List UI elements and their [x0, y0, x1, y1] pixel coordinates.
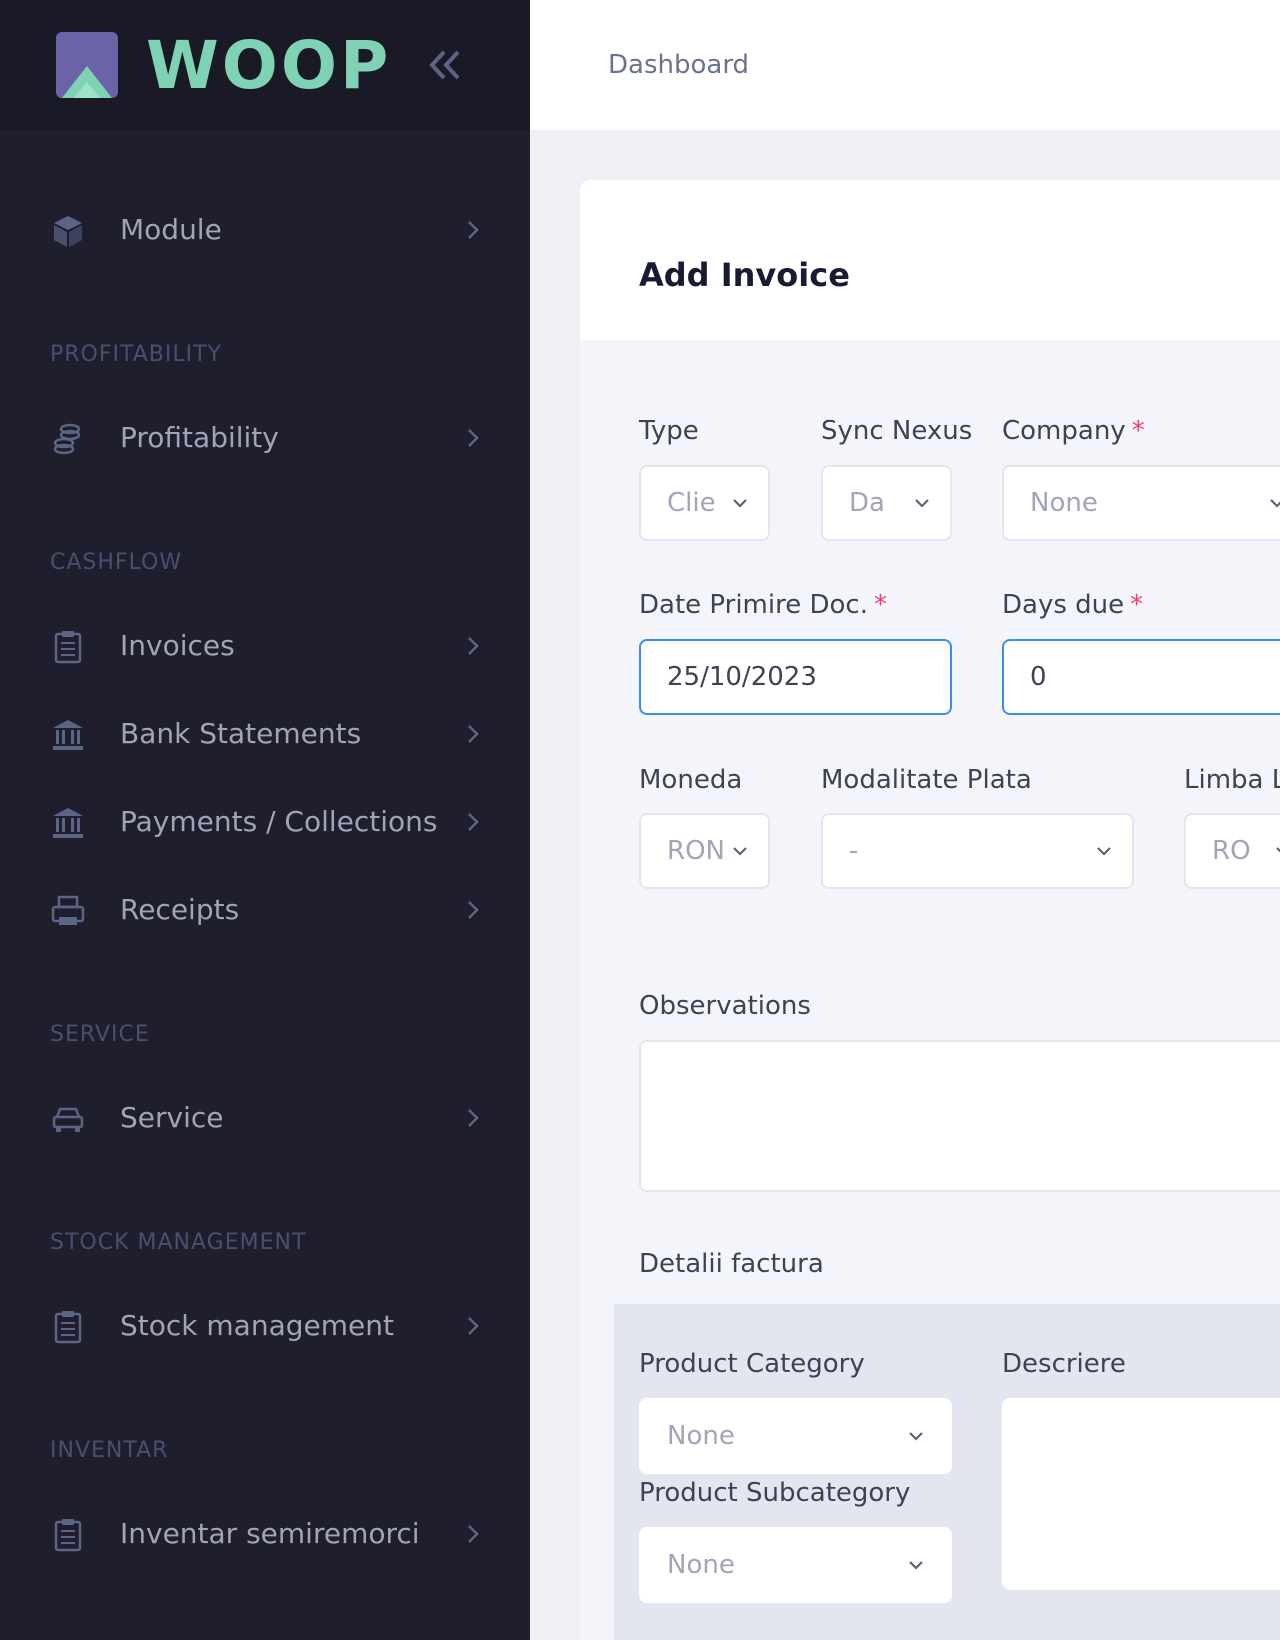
section-title-cashflow: CASHFLOW: [50, 550, 183, 575]
chevron-down-icon: [733, 499, 747, 508]
chevron-right-icon: [468, 1525, 479, 1543]
printer-icon: [51, 895, 85, 925]
type-select-value: Clie: [667, 488, 716, 518]
date-primire-label-text: Date Primire Doc.: [639, 590, 868, 620]
sync-nexus-label: Sync Nexus: [821, 416, 973, 446]
bank-icon: [53, 720, 83, 750]
sidebar-item-inventar-semiremorci[interactable]: Inventar semiremorci: [0, 1499, 530, 1569]
sync-nexus-select[interactable]: Da: [821, 465, 952, 541]
chevron-right-icon: [468, 1317, 479, 1335]
moneda-select-value: RON: [667, 836, 725, 866]
limba-select[interactable]: RO: [1184, 813, 1280, 889]
car-icon: [52, 1107, 84, 1132]
topbar: Dashboard: [530, 0, 1280, 130]
cube-icon: [54, 216, 82, 247]
clipboard-list-icon: [54, 1519, 82, 1552]
section-title-stock-management: STOCK MANAGEMENT: [50, 1230, 307, 1255]
page-title: Add Invoice: [639, 256, 850, 294]
bank-icon: [53, 808, 83, 838]
sidebar-item-label: Receipts: [120, 893, 240, 926]
days-due-label-text: Days due: [1002, 590, 1125, 620]
moneda-label: Moneda: [639, 765, 743, 795]
details-heading: Detalii factura: [639, 1249, 824, 1279]
sidebar-item-label: Bank Statements: [120, 717, 362, 750]
section-title-profitability: PROFITABILITY: [50, 342, 222, 367]
section-title-inventar: INVENTAR: [50, 1438, 169, 1463]
company-label: Company *: [1002, 414, 1145, 448]
product-subcategory-select[interactable]: None: [639, 1527, 952, 1603]
sidebar-item-label: Module: [120, 213, 222, 246]
sidebar-item-receipts[interactable]: Receipts: [0, 875, 530, 945]
sidebar-header: WOOP: [0, 0, 530, 130]
date-primire-value: 25/10/2023: [667, 662, 817, 692]
sidebar-item-label: Inventar semiremorci: [120, 1517, 420, 1550]
sidebar-item-stock-management[interactable]: Stock management: [0, 1291, 530, 1361]
moneda-select[interactable]: RON: [639, 813, 770, 889]
required-marker: *: [873, 590, 887, 620]
date-primire-label: Date Primire Doc. *: [639, 588, 887, 622]
company-select[interactable]: None: [1002, 465, 1280, 541]
sidebar-item-service[interactable]: Service: [0, 1083, 530, 1153]
sidebar-item-label: Invoices: [120, 629, 235, 662]
product-category-label: Product Category: [639, 1349, 865, 1379]
chevron-right-icon: [468, 221, 479, 239]
required-marker: *: [1131, 416, 1145, 446]
chevron-down-icon: [1276, 847, 1280, 853]
section-title-service: SERVICE: [50, 1022, 150, 1047]
descriere-label: Descriere: [1002, 1349, 1126, 1379]
sync-nexus-select-value: Da: [849, 488, 885, 518]
chevron-down-icon: [909, 1432, 923, 1441]
limba-select-value: RO: [1212, 836, 1251, 866]
double-chevron-left-icon[interactable]: [424, 40, 464, 90]
chevron-right-icon: [468, 901, 479, 919]
logo-icon: [56, 32, 118, 98]
type-select[interactable]: Clie: [639, 465, 770, 541]
limba-label: Limba L: [1184, 765, 1280, 795]
chevron-right-icon: [468, 1109, 479, 1127]
modalitate-plata-select-value: -: [849, 836, 859, 866]
chevron-right-icon: [468, 637, 479, 655]
chevron-down-icon: [1270, 499, 1280, 508]
product-subcategory-select-value: None: [667, 1550, 735, 1580]
days-due-label: Days due *: [1002, 588, 1143, 622]
chevron-right-icon: [468, 725, 479, 743]
days-due-value: 0: [1030, 662, 1047, 692]
sidebar-item-payments-collections[interactable]: Payments / Collections: [0, 787, 530, 857]
sidebar-item-module[interactable]: Module: [0, 195, 530, 265]
card-header: Add Invoice: [580, 180, 1280, 340]
sidebar-item-label: Stock management: [120, 1309, 394, 1342]
observations-label: Observations: [639, 991, 811, 1021]
chevron-right-icon: [468, 813, 479, 831]
required-marker: *: [1130, 590, 1144, 620]
sidebar-item-label: Profitability: [120, 421, 279, 454]
modalitate-plata-select[interactable]: -: [821, 813, 1134, 889]
product-category-select[interactable]: None: [639, 1398, 952, 1474]
app-logo-text: WOOP: [146, 27, 392, 104]
coins-icon: [53, 423, 81, 455]
modalitate-plata-label: Modalitate Plata: [821, 765, 1032, 795]
product-subcategory-label: Product Subcategory: [639, 1478, 911, 1508]
descriere-textarea[interactable]: [1002, 1398, 1280, 1590]
sidebar-item-bank-statements[interactable]: Bank Statements: [0, 699, 530, 769]
chevron-down-icon: [909, 1561, 923, 1570]
clipboard-list-icon: [54, 631, 82, 664]
type-label: Type: [639, 416, 699, 446]
company-select-value: None: [1030, 488, 1098, 518]
observations-textarea[interactable]: [639, 1040, 1280, 1192]
clipboard-list-icon: [54, 1311, 82, 1344]
breadcrumb[interactable]: Dashboard: [608, 45, 749, 85]
chevron-right-icon: [468, 429, 479, 447]
date-primire-input[interactable]: 25/10/2023: [639, 639, 952, 715]
chevron-down-icon: [733, 847, 747, 856]
days-due-input[interactable]: 0: [1002, 639, 1280, 715]
product-category-select-value: None: [667, 1421, 735, 1451]
chevron-down-icon: [1097, 847, 1111, 856]
sidebar-item-label: Payments / Collections: [120, 805, 438, 838]
company-label-text: Company: [1002, 416, 1126, 446]
sidebar-item-invoices[interactable]: Invoices: [0, 611, 530, 681]
sidebar-item-profitability[interactable]: Profitability: [0, 403, 530, 473]
sidebar-item-label: Service: [120, 1101, 224, 1134]
chevron-down-icon: [915, 499, 929, 508]
sidebar: WOOP Module PROFITABILITY Profitability …: [0, 0, 530, 1640]
